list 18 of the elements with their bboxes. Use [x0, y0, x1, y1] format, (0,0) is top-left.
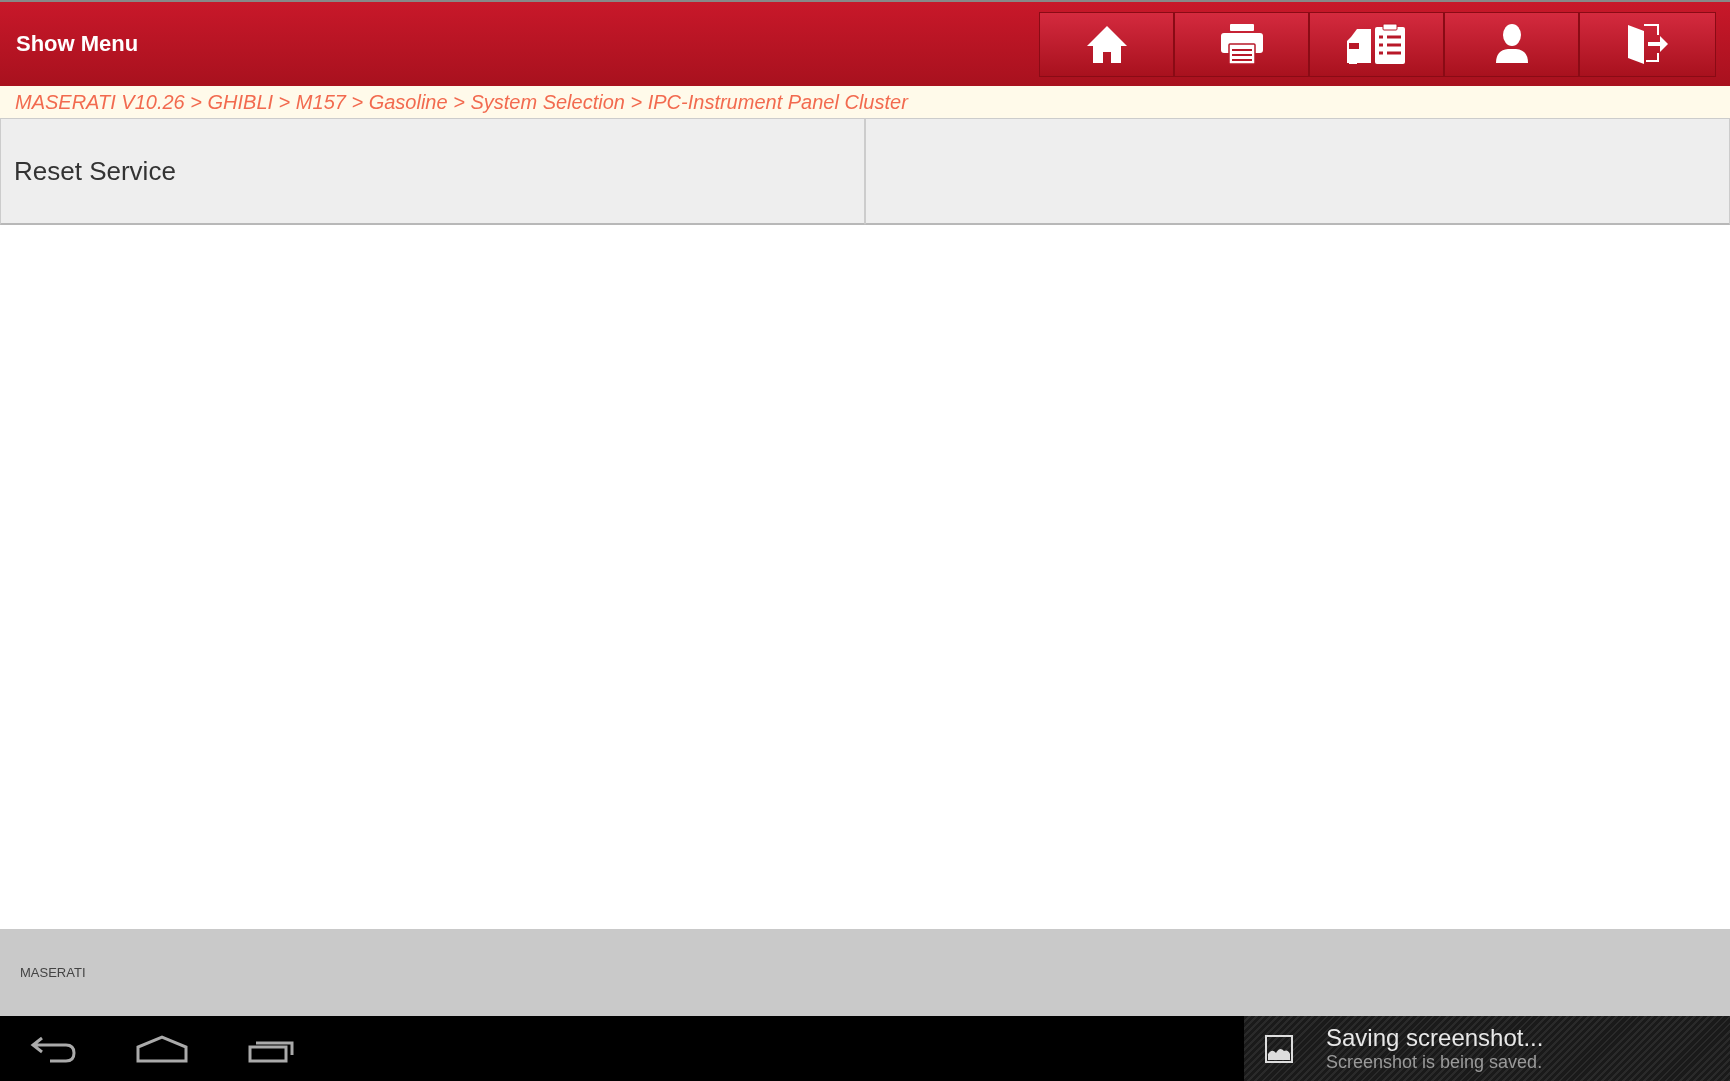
- home-icon[interactable]: [136, 1034, 188, 1063]
- show-menu-button[interactable]: Show Menu: [0, 31, 155, 57]
- function-tile[interactable]: Reset Service: [0, 118, 865, 225]
- report-button[interactable]: [1310, 12, 1445, 76]
- image-icon: [1264, 1033, 1294, 1064]
- home-icon: [1085, 24, 1128, 64]
- printer-icon: [1219, 23, 1264, 65]
- home-button[interactable]: [1040, 12, 1175, 76]
- exit-button[interactable]: [1580, 12, 1715, 76]
- user-icon: [1494, 23, 1529, 65]
- breadcrumb-path: MASERATI V10.26 > GHIBLI > M157 > Gasoline > System Selection > IPC-Instrument Panel Cluster: [15, 90, 908, 114]
- print-button[interactable]: [1175, 12, 1310, 76]
- notification-text: Screenshot is being saved.: [1326, 1052, 1544, 1073]
- user-button[interactable]: [1445, 12, 1580, 76]
- back-icon[interactable]: [30, 1034, 76, 1063]
- notification-title: Saving screenshot...: [1326, 1024, 1544, 1052]
- brand-label: MASERATI: [20, 965, 86, 980]
- exit-door-icon: [1625, 23, 1670, 65]
